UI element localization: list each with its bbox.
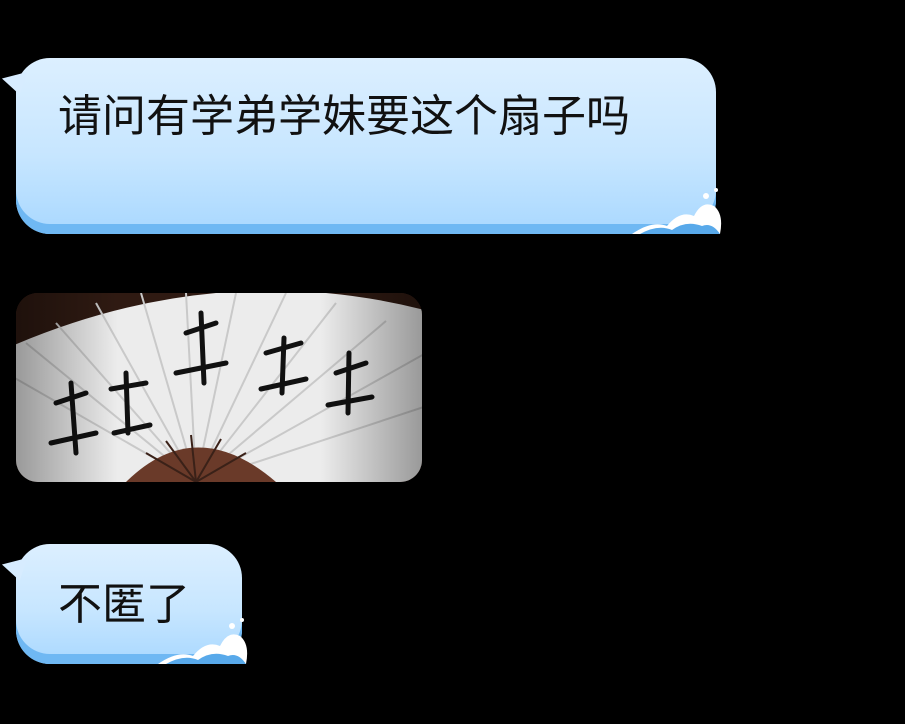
wave-decoration-icon (632, 188, 722, 234)
image-message-fan[interactable] (16, 293, 422, 482)
wave-decoration-icon (158, 618, 248, 664)
message-bubble-1[interactable]: 请问有学弟学妹要这个扇子吗 (16, 58, 722, 234)
chat-view: 请问有学弟学妹要这个扇子吗 不匿了 (0, 0, 905, 724)
message-text-1: 请问有学弟学妹要这个扇子吗 (58, 91, 630, 142)
message-bubble-2[interactable]: 不匿了 (16, 544, 248, 664)
folding-fan-image (16, 293, 422, 482)
